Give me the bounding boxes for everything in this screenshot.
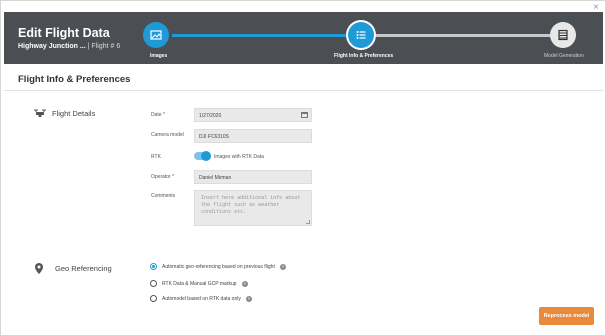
location-pin-icon: [35, 263, 43, 274]
help-icon[interactable]: ?: [279, 263, 286, 270]
flight-details-heading: Flight Details: [34, 109, 95, 118]
dialog-header: Edit Flight Data Highway Junction ... | …: [4, 12, 603, 64]
flight-number: Flight # 6: [91, 43, 121, 50]
reprocess-model-button[interactable]: Reprocess model: [539, 307, 594, 325]
step-label-images: Images: [150, 53, 168, 59]
geo-referencing-label: Geo Referencing: [55, 264, 112, 273]
rtk-toggle-label: Images with RTK Data: [214, 154, 264, 160]
resize-handle-icon[interactable]: [306, 220, 310, 224]
date-field[interactable]: 1/27/2020: [194, 108, 312, 122]
calendar-icon[interactable]: [301, 112, 308, 118]
rtk-toggle[interactable]: [194, 151, 211, 161]
geo-option-rtk-gcp[interactable]: RTK Data & Manual GCP markup ?: [150, 280, 248, 287]
comments-label: Comments: [151, 193, 176, 199]
comments-placeholder: Insert here additional info about the fl…: [201, 195, 301, 215]
title-divider: [4, 90, 603, 91]
date-value: 1/27/2020: [199, 113, 222, 119]
radio-unselected[interactable]: [150, 295, 157, 302]
progress-line-pending: [376, 34, 550, 37]
rtk-label: RTK: [151, 154, 161, 160]
geo-option-label: Automodel based on RTK data only: [162, 295, 241, 302]
toggle-knob: [201, 151, 211, 161]
drone-icon: [34, 109, 46, 117]
help-icon[interactable]: ?: [241, 280, 248, 287]
progress-line-complete: [172, 34, 348, 37]
subtitle-separator: |: [87, 43, 90, 50]
flight-details-label: Flight Details: [52, 109, 96, 118]
geo-referencing-heading: Geo Referencing: [35, 263, 112, 274]
camera-model-label: Camera model: [151, 132, 184, 138]
page-title: Flight Info & Preferences: [18, 74, 131, 85]
layers-icon: [558, 29, 568, 41]
operator-field[interactable]: Daniel Mirman: [194, 170, 312, 184]
radio-unselected[interactable]: [150, 280, 157, 287]
dialog-title: Edit Flight Data: [18, 26, 110, 40]
operator-label: Operator *: [151, 174, 175, 180]
geo-option-label: RTK Data & Manual GCP markup: [162, 280, 237, 287]
comments-field[interactable]: Insert here additional info about the fl…: [194, 190, 312, 226]
list-icon: [356, 31, 366, 39]
radio-selected[interactable]: [150, 263, 157, 270]
step-model-generation[interactable]: [550, 22, 576, 48]
image-icon: [150, 30, 162, 40]
dialog-window: × Edit Flight Data Highway Junction ... …: [0, 0, 606, 336]
step-label-flight-info: Flight Info & Preferences: [334, 53, 394, 59]
camera-model-field[interactable]: DJI FC6310S: [194, 129, 312, 143]
step-flight-info[interactable]: [348, 22, 374, 48]
flight-subtitle: Highway Junction ... | Flight # 6: [18, 43, 120, 50]
step-images[interactable]: [143, 22, 169, 48]
step-label-model-generation: Model Generation: [544, 53, 584, 59]
date-label: Date *: [151, 112, 165, 118]
geo-option-rtk-only[interactable]: Automodel based on RTK data only ?: [150, 295, 252, 302]
project-name: Highway Junction ...: [18, 43, 86, 50]
geo-option-automatic[interactable]: Automatic geo-referencing based on previ…: [150, 263, 286, 270]
help-icon[interactable]: ?: [245, 295, 252, 302]
geo-option-label: Automatic geo-referencing based on previ…: [162, 263, 275, 270]
